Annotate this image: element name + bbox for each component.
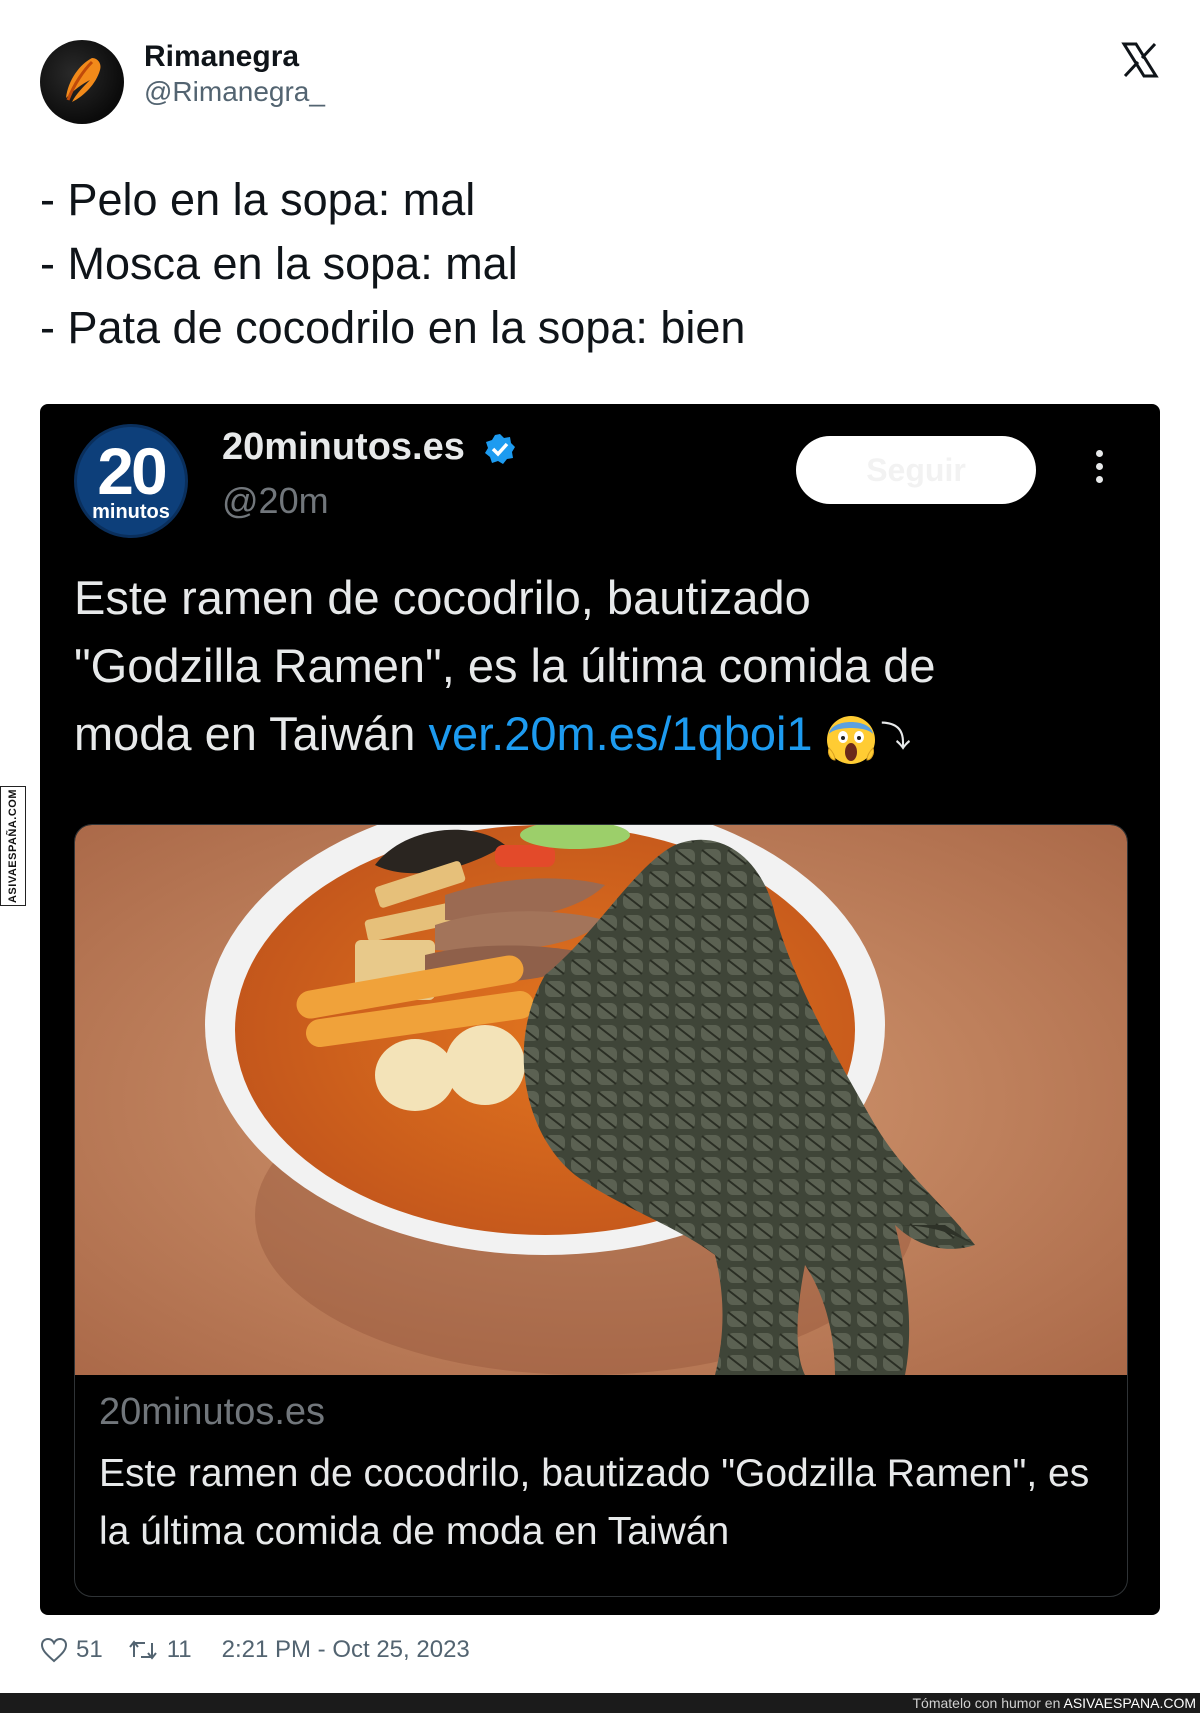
credit-prefix: Tómatelo con humor en xyxy=(912,1695,1064,1711)
quoted-name-text: 20minutos.es xyxy=(222,426,465,468)
heart-icon xyxy=(40,1637,68,1663)
more-options-icon[interactable] xyxy=(1092,450,1106,490)
author-handle[interactable]: @Rimanegra_ xyxy=(144,76,325,108)
quoted-avatar[interactable]: 20 minutos xyxy=(74,424,188,538)
x-logo-icon[interactable] xyxy=(1120,40,1160,80)
card-domain[interactable]: 20minutos.es xyxy=(99,1391,325,1434)
retweet-stat[interactable]: 11 xyxy=(127,1636,192,1664)
tweet-line: - Mosca en la sopa: mal xyxy=(40,238,518,289)
tweet-header: Rimanegra @Rimanegra_ xyxy=(40,40,1160,124)
quoted-text-line: Este ramen de cocodrilo, bautizado xyxy=(74,571,811,624)
like-count: 51 xyxy=(76,1636,103,1663)
feather-icon xyxy=(66,58,101,102)
side-watermark: ASIVAESPAÑA.COM xyxy=(0,786,26,906)
quoted-text-segment: moda en Taiwán xyxy=(74,707,429,760)
ramen-photo[interactable] xyxy=(75,825,1127,1375)
avatar-word: minutos xyxy=(92,501,170,523)
bottom-credit-strip: Tómatelo con humor en ASIVAESPANA.COM xyxy=(0,1693,1200,1713)
link-card[interactable]: 20minutos.es Este ramen de cocodrilo, ba… xyxy=(74,824,1128,1597)
follow-button[interactable]: Seguir xyxy=(796,436,1036,504)
card-title[interactable]: Este ramen de cocodrilo, bautizado "Godz… xyxy=(99,1445,1099,1561)
quoted-text-line: "Godzilla Ramen", es la última comida de xyxy=(74,639,936,692)
tweet-line: - Pata de cocodrilo en la sopa: bien xyxy=(40,302,746,353)
tweet-line: - Pelo en la sopa: mal xyxy=(40,174,476,225)
author-name[interactable]: Rimanegra xyxy=(144,40,299,74)
quoted-text: Este ramen de cocodrilo, bautizado "Godz… xyxy=(74,564,1094,772)
verified-badge-icon xyxy=(485,433,516,464)
retweet-count: 11 xyxy=(166,1636,192,1663)
avatar-number: 20 xyxy=(97,434,167,508)
tweet-text: - Pelo en la sopa: mal - Mosca en la sop… xyxy=(40,168,1160,360)
credit-site[interactable]: ASIVAESPANA.COM xyxy=(1063,1695,1196,1711)
retweet-icon xyxy=(128,1640,157,1660)
quoted-tweet[interactable]: 20 minutos 20minutos.es @20m Seguir Este… xyxy=(40,404,1160,1615)
quoted-text-line3: moda en Taiwán ver.20m.es/1qboi1 ⤵ xyxy=(74,700,1094,772)
credit-text: Tómatelo con humor en ASIVAESPANA.COM xyxy=(913,1695,1197,1711)
like-stat[interactable]: 51 xyxy=(40,1636,103,1664)
timestamp[interactable]: 2:21 PM - Oct 25, 2023 xyxy=(222,1636,470,1664)
screaming-face-emoji-icon xyxy=(826,715,875,764)
quoted-name[interactable]: 20minutos.es xyxy=(222,426,517,469)
side-watermark-text: ASIVAESPAÑA.COM xyxy=(7,788,20,904)
return-arrow-icon: ⤵ xyxy=(880,720,911,754)
avatar[interactable] xyxy=(40,40,124,124)
quoted-handle[interactable]: @20m xyxy=(222,480,329,522)
quoted-link[interactable]: ver.20m.es/1qboi1 xyxy=(428,707,812,760)
tweet-stats: 51 11 2:21 PM - Oct 25, 2023 xyxy=(40,1630,470,1670)
